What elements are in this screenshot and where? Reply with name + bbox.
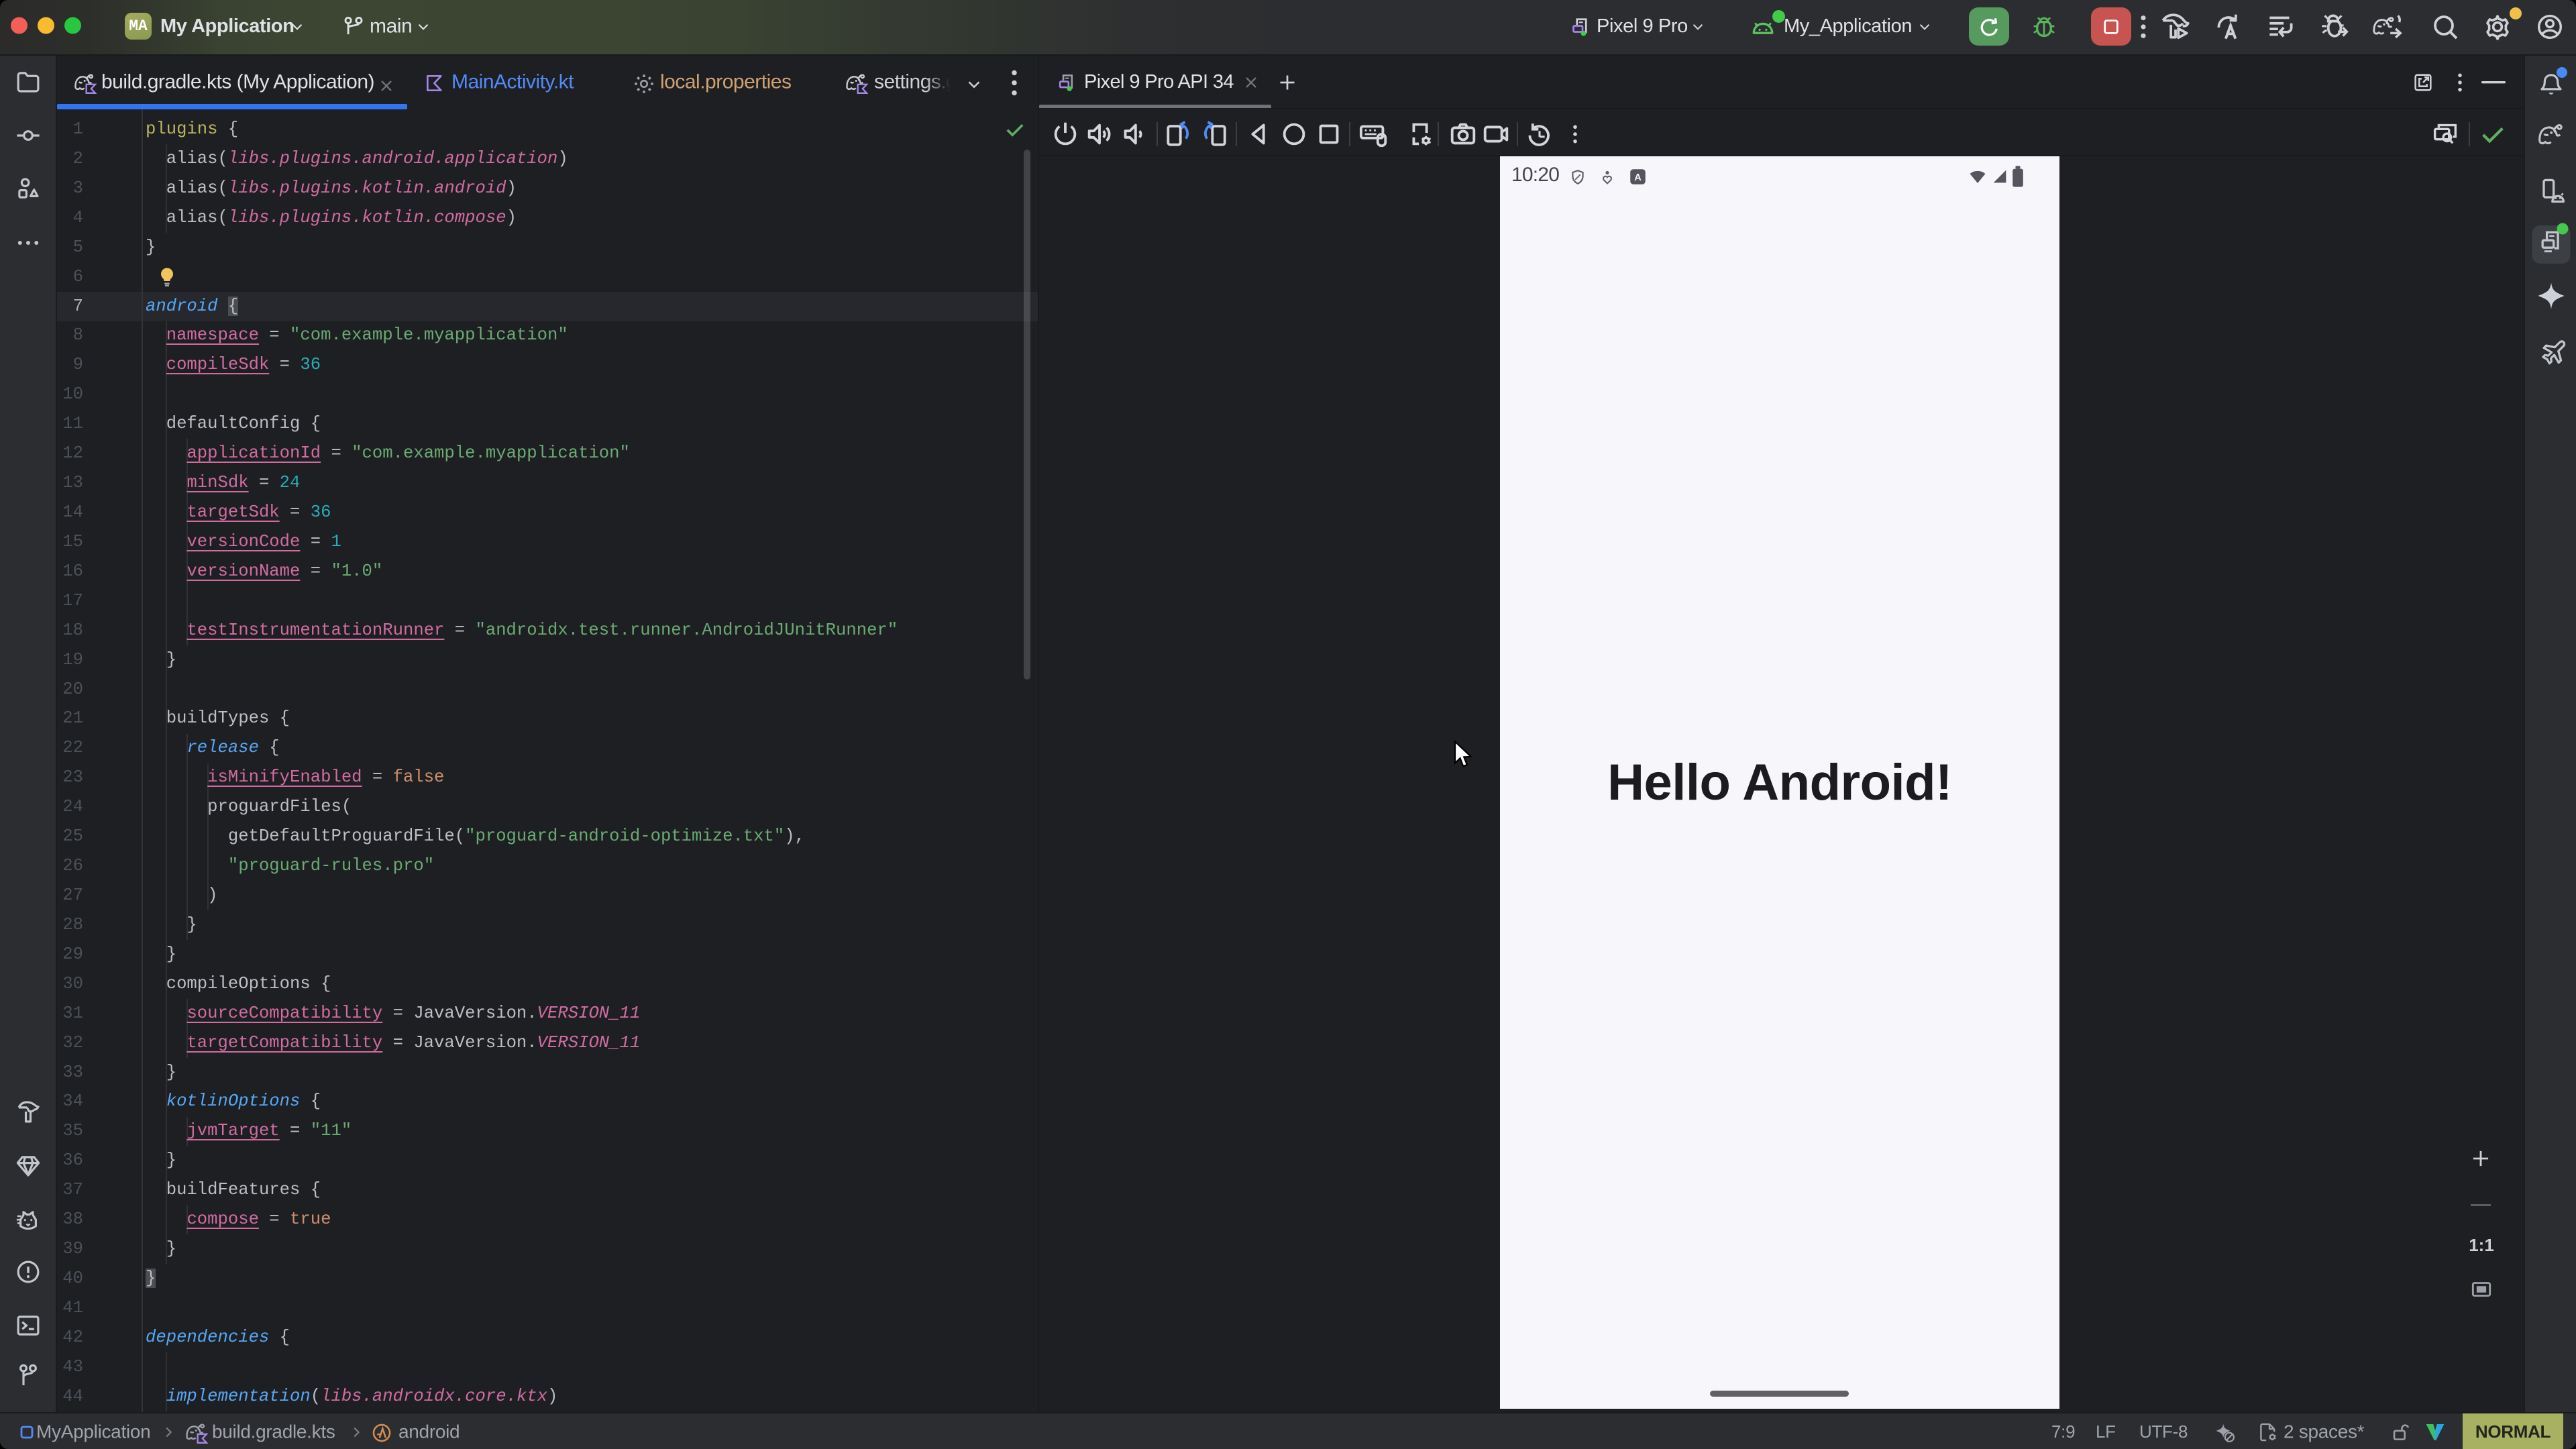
svg-text:A: A bbox=[1634, 172, 1642, 183]
